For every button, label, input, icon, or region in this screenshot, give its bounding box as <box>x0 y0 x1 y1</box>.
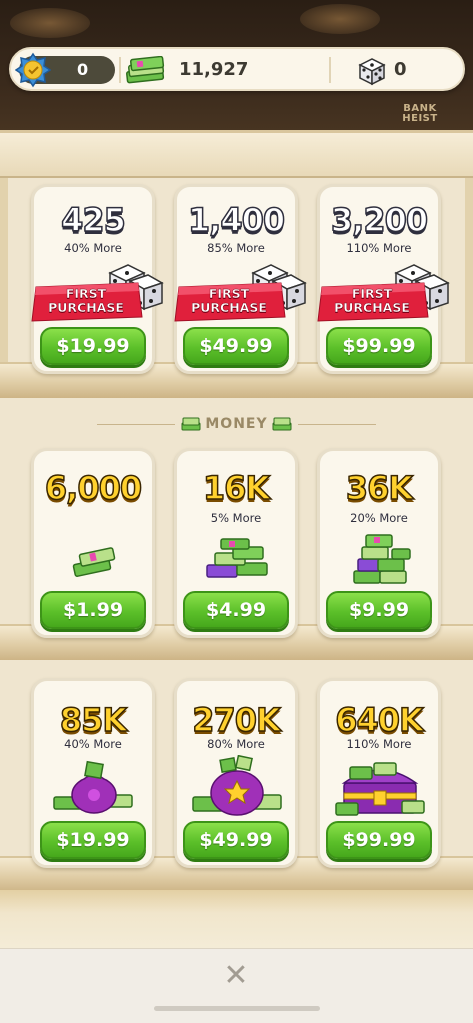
cash-stack-icon <box>126 56 165 84</box>
badge-counter[interactable]: 0 <box>15 52 115 88</box>
buy-button[interactable]: $49.99 <box>183 821 289 859</box>
money-bag-icon <box>53 760 133 814</box>
big-money-bag-icon <box>192 755 282 816</box>
offer-amount: 425 <box>60 200 126 240</box>
currency-bar: 0 11,927 0 <box>9 47 465 91</box>
lamp-glow <box>10 8 90 38</box>
cash-tower-icon <box>353 534 411 584</box>
dice-count: 0 <box>394 59 407 80</box>
dice-offer-card[interactable]: 425 40% More FIRST PURCHASE $19.99 <box>31 184 164 374</box>
shelf-bottom-trim <box>0 890 473 948</box>
first-purchase-banner: FIRST PURCHASE <box>312 281 430 323</box>
offer-bonus: 80% More <box>207 737 265 751</box>
first-purchase-banner: FIRST PURCHASE <box>169 281 287 323</box>
offer-amount: 1,400 <box>187 200 286 240</box>
offer-amount: 85K <box>59 700 128 740</box>
banner-text: FIRST PURCHASE <box>334 286 410 315</box>
offer-bonus: 5% More <box>210 511 262 525</box>
divider-line <box>297 423 376 425</box>
divider <box>329 57 331 83</box>
offer-bonus: 40% More <box>64 241 122 255</box>
cash-stack-icon <box>272 417 292 431</box>
offer-bonus: 40% More <box>64 737 122 751</box>
section-title: MONEY <box>205 416 268 432</box>
offer-bonus: 85% More <box>207 241 265 255</box>
offer-amount: 270K <box>191 700 281 740</box>
offer-amount: 36K <box>345 468 414 508</box>
home-indicator[interactable] <box>154 1006 320 1011</box>
first-purchase-banner: FIRST PURCHASE <box>26 281 144 323</box>
offer-amount: 640K <box>334 700 424 740</box>
dice-offer-card[interactable]: 1,400 85% More FIRST PURCHASE $49.99 <box>174 184 307 374</box>
offer-bonus: 110% More <box>346 737 412 751</box>
close-button[interactable]: ✕ <box>222 961 250 991</box>
buy-button[interactable]: $99.99 <box>326 327 432 365</box>
offer-amount: 16K <box>202 468 271 508</box>
buy-button[interactable]: $9.99 <box>326 591 432 629</box>
banner-text: FIRST PURCHASE <box>48 286 124 315</box>
divider <box>119 57 121 83</box>
shelf-top-trim <box>0 130 473 178</box>
cash-stack-icon <box>181 417 201 431</box>
banner-text: FIRST PURCHASE <box>191 286 267 315</box>
cash-pile-icon <box>206 538 268 578</box>
dice-offer-card[interactable]: 3,200 110% More FIRST PURCHASE $99.99 <box>317 184 450 374</box>
gold-badge-icon <box>15 52 51 88</box>
treasure-chest-icon <box>335 762 425 816</box>
money-offer-card[interactable]: 16K 5% More $4.99 <box>174 448 298 638</box>
game-logo: BANK HEIST <box>402 103 438 124</box>
money-offer-card[interactable]: 640K 110% More $99.99 <box>317 678 441 868</box>
cash-amount: 11,927 <box>179 59 249 80</box>
offer-bonus: 110% More <box>346 241 412 255</box>
buy-button[interactable]: $19.99 <box>40 821 146 859</box>
buy-button[interactable]: $99.99 <box>326 821 432 859</box>
money-section-header: MONEY <box>0 412 473 436</box>
offer-amount: 6,000 <box>44 468 143 508</box>
badge-count: 0 <box>77 60 89 79</box>
buy-button[interactable]: $4.99 <box>183 591 289 629</box>
buy-button[interactable]: $19.99 <box>40 327 146 365</box>
buy-button[interactable]: $49.99 <box>183 327 289 365</box>
offer-amount: 3,200 <box>330 200 429 240</box>
divider-line <box>97 423 176 425</box>
dice-icon <box>358 58 386 86</box>
offer-bonus: 20% More <box>350 511 408 525</box>
money-offer-card[interactable]: 36K 20% More $9.99 <box>317 448 441 638</box>
lamp-glow <box>300 4 380 34</box>
money-offer-card[interactable]: 6,000 $1.99 <box>31 448 155 638</box>
buy-button[interactable]: $1.99 <box>40 591 146 629</box>
small-cash-icon <box>72 547 116 577</box>
money-offer-card[interactable]: 270K 80% More $49.99 <box>174 678 298 868</box>
money-section-label: MONEY <box>181 416 292 432</box>
money-offer-card[interactable]: 85K 40% More $19.99 <box>31 678 155 868</box>
